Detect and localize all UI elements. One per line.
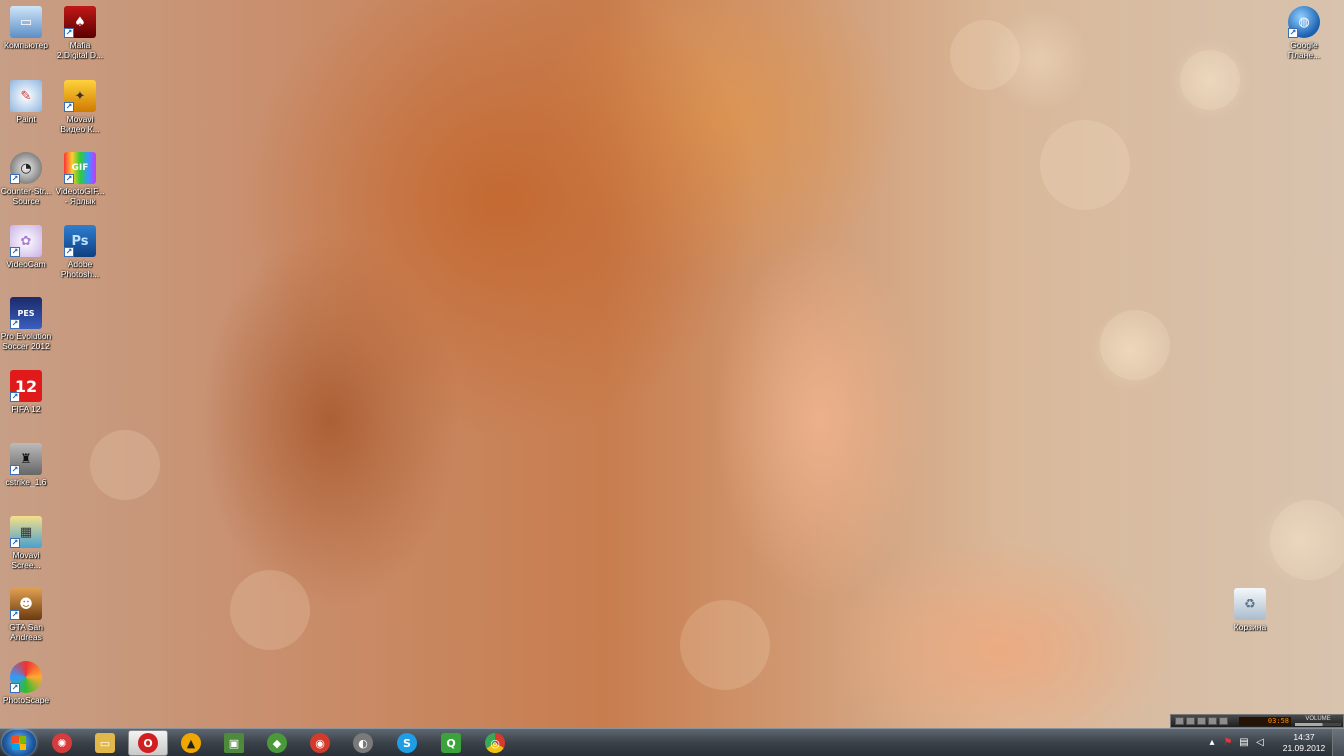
google-earth-icon: ◍ ↗	[1288, 6, 1320, 38]
desktop-icon-recycle-bin[interactable]: ♻ Корзина	[1222, 588, 1278, 632]
desktop-icon-counter-strike-source[interactable]: ◔ ↗ Counter-Str... Source	[0, 152, 54, 206]
stop-button[interactable]	[1208, 717, 1217, 725]
play-button[interactable]	[1186, 717, 1195, 725]
shield-icon: ◆	[267, 733, 287, 753]
computer-icon: ▭	[10, 6, 42, 38]
next-button[interactable]	[1219, 717, 1228, 725]
desktop-icon-mafia[interactable]: ♠ ↗ Mafia 2.Digital D...	[52, 6, 108, 60]
desktop-icon-videocam[interactable]: ✿ ↗ VideoCam	[0, 225, 54, 269]
volume-control[interactable]: VOLUME	[1295, 716, 1341, 727]
desktop-icon-label: GTA San Andreas	[9, 622, 43, 642]
taskbar-item-chrome[interactable]: ◎	[475, 730, 515, 756]
qip-icon: Q	[441, 733, 461, 753]
taskbar: ✺ ▭ O ▲ ▣ ◆ ◉ ◐ S Q ◎ ▴ ⚑ ▤ ◁ 14:37 21.0…	[0, 728, 1344, 756]
video-to-gif-icon: GIF ↗	[64, 152, 96, 184]
recycle-bin-icon: ♻	[1234, 588, 1266, 620]
taskbar-item-opera[interactable]: O	[128, 730, 168, 756]
taskbar-item-aimp[interactable]: ▲	[171, 730, 211, 756]
taskbar-item-skype[interactable]: S	[387, 730, 427, 756]
desktop-icon-pes[interactable]: PES ↗ Pro Evolution Soccer 2012	[0, 297, 54, 351]
desktop-icon-label: Paint	[16, 114, 36, 124]
desktop-icon-label: Pro Evolution Soccer 2012	[0, 331, 52, 351]
taskbar-item-shield[interactable]: ◆	[257, 730, 297, 756]
explorer-icon: ▭	[95, 733, 115, 753]
desktop-icon-label: Counter-Str... Source	[0, 186, 52, 206]
start-button[interactable]	[2, 730, 36, 756]
mafia-icon: ♠ ↗	[64, 6, 96, 38]
desktop-icon-video-to-gif[interactable]: GIF ↗ VideotoGIF... - Ярлык	[52, 152, 108, 206]
desktop-icon-label: Корзина	[1233, 622, 1267, 632]
taskbar-item-monitor[interactable]: ▣	[214, 730, 254, 756]
desktop-wallpaper	[0, 0, 1344, 728]
counter-strike-source-icon: ◔ ↗	[10, 152, 42, 184]
desktop-icon-label: cstrike_1.6	[5, 477, 47, 487]
pause-button[interactable]	[1197, 717, 1206, 725]
desktop-icon-label: VideotoGIF... - Ярлык	[55, 186, 105, 206]
desktop-icon-label: Google Плане...	[1287, 40, 1321, 60]
desktop-icon-computer[interactable]: ▭ Компьютер	[0, 6, 54, 50]
racing-icon: ◉	[310, 733, 330, 753]
show-hidden-icons-arrow-icon[interactable]: ▴	[1206, 737, 1218, 749]
desktop-icon-label: Adobe Photosh...	[60, 259, 100, 279]
desktop-icon-label: Movavi Видео К...	[60, 114, 100, 134]
desktop-icon-fifa[interactable]: 12 ↗ FIFA 12	[0, 370, 54, 414]
taskbar-item-opera-gx[interactable]: ✺	[42, 730, 82, 756]
clock-date: 21.09.2012	[1282, 743, 1326, 753]
desktop-icon-label: Компьютер	[4, 40, 48, 50]
desktop-icon-label: VideoCam	[6, 259, 46, 269]
gta-icon: ☻ ↗	[10, 588, 42, 620]
desktop-icon-paint[interactable]: ✎ Paint	[0, 80, 54, 124]
windows-flag-icon	[12, 736, 26, 750]
chrome-icon: ◎	[485, 733, 505, 753]
paint-icon: ✎	[10, 80, 42, 112]
aimp-icon: ▲	[181, 733, 201, 753]
network-icon[interactable]: ▤	[1238, 737, 1250, 749]
desktop-icon-google-earth[interactable]: ◍ ↗ Google Плане...	[1276, 6, 1332, 60]
photoshop-icon: Ps ↗	[64, 225, 96, 257]
show-desktop-button[interactable]	[1332, 729, 1344, 756]
track-time: 03:58	[1239, 717, 1291, 726]
desktop-icon-gta[interactable]: ☻ ↗ GTA San Andreas	[0, 588, 54, 642]
media-player-minibar[interactable]: 03:58 VOLUME	[1170, 714, 1344, 728]
system-tray: ▴ ⚑ ▤ ◁ 14:37 21.09.2012	[1204, 729, 1344, 756]
photoscape-icon: ↗	[10, 661, 42, 693]
desktop-icon-label: Mafia 2.Digital D...	[56, 40, 104, 60]
fifa-icon: 12 ↗	[10, 370, 42, 402]
monitor-icon: ▣	[224, 733, 244, 753]
opera-gx-icon: ✺	[52, 733, 72, 753]
taskbar-item-media[interactable]: ◐	[343, 730, 383, 756]
volume-label: VOLUME	[1305, 716, 1331, 722]
taskbar-item-qip[interactable]: Q	[431, 730, 471, 756]
desktop-icon-movavi-video[interactable]: ✦ ↗ Movavi Видео К...	[52, 80, 108, 134]
volume-icon[interactable]: ◁	[1254, 737, 1266, 749]
movavi-screen-icon: ▦ ↗	[10, 516, 42, 548]
volume-slider[interactable]	[1295, 723, 1341, 726]
opera-icon: O	[138, 733, 158, 753]
desktop-icon-label: Movavi Scree...	[11, 550, 41, 570]
skype-icon: S	[397, 733, 417, 753]
clock-time: 14:37	[1293, 732, 1315, 742]
clock[interactable]: 14:37 21.09.2012	[1280, 732, 1328, 754]
previous-button[interactable]	[1175, 717, 1184, 725]
desktop-icon-label: PhotoScape	[2, 695, 50, 705]
desktop-icon-label: FIFA 12	[11, 404, 41, 414]
cstrike-icon: ♜ ↗	[10, 443, 42, 475]
taskbar-item-racing[interactable]: ◉	[300, 730, 340, 756]
taskbar-item-explorer[interactable]: ▭	[85, 730, 125, 756]
desktop-icon-photoscape[interactable]: ↗ PhotoScape	[0, 661, 54, 705]
action-center-flag-icon[interactable]: ⚑	[1222, 737, 1234, 749]
desktop-icon-movavi-screen[interactable]: ▦ ↗ Movavi Scree...	[0, 516, 54, 570]
desktop-icon-photoshop[interactable]: Ps ↗ Adobe Photosh...	[52, 225, 108, 279]
media-icon: ◐	[353, 733, 373, 753]
videocam-icon: ✿ ↗	[10, 225, 42, 257]
movavi-video-icon: ✦ ↗	[64, 80, 96, 112]
pes-icon: PES ↗	[10, 297, 42, 329]
desktop-icon-cstrike[interactable]: ♜ ↗ cstrike_1.6	[0, 443, 54, 487]
